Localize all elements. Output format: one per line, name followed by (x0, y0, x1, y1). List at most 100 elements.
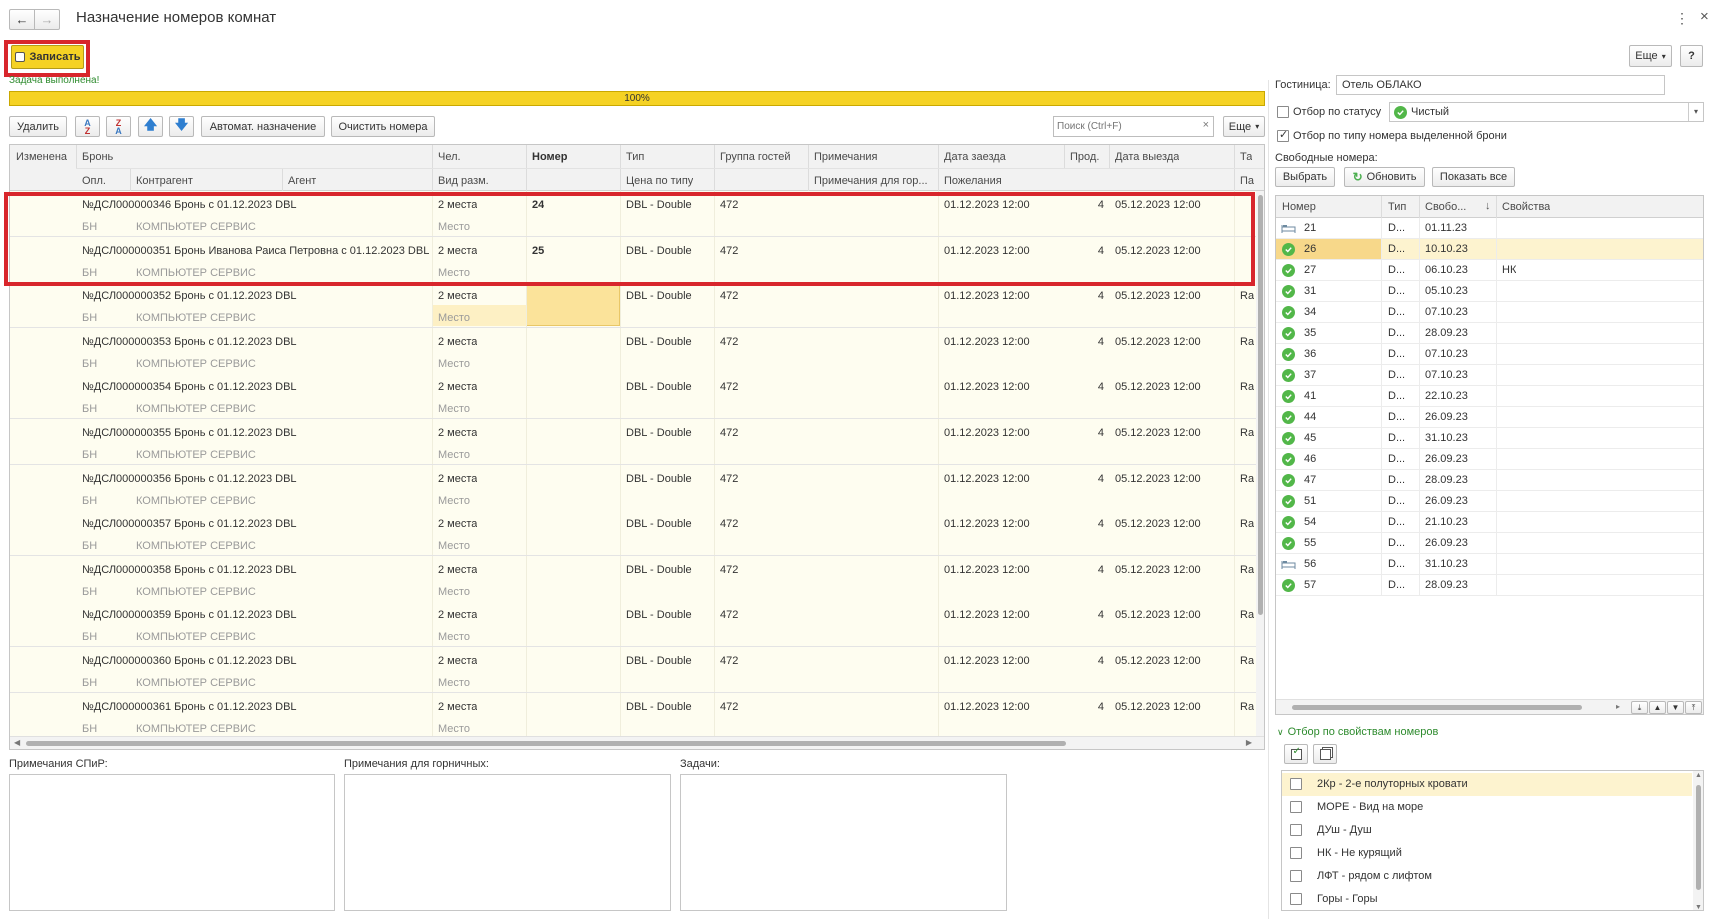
status-filter-checkbox[interactable] (1277, 106, 1289, 118)
room-row[interactable]: 21 D... 01.11.23 (1276, 218, 1703, 239)
uncheck-all-button[interactable] (1313, 744, 1337, 764)
col-header-wishes[interactable]: Пожелания (944, 175, 1002, 187)
col-header-paid[interactable]: Опл. (82, 175, 106, 187)
refresh-button[interactable]: ↻ Обновить (1344, 167, 1425, 187)
table-row[interactable]: №ДСЛ000000355 Бронь с 01.12.2023 DBL 2 ме… (10, 419, 1256, 465)
rooms-hscroll-thumb[interactable] (1292, 705, 1582, 710)
room-cell-selected[interactable] (526, 282, 620, 326)
col-header-contractor[interactable]: Контрагент (136, 175, 193, 187)
property-checkbox[interactable] (1290, 870, 1302, 882)
room-row[interactable]: 56 D... 31.10.23 (1276, 554, 1703, 575)
scroll-first-button[interactable]: ⤓ (1631, 701, 1648, 714)
room-row[interactable]: 54 D... 21.10.23 (1276, 512, 1703, 533)
scroll-right-icon[interactable]: ▸ (1616, 702, 1620, 711)
kebab-menu-icon[interactable]: ⋮ (1675, 10, 1689, 27)
property-item[interactable]: МОРЕ - Вид на море (1282, 796, 1692, 819)
room-row[interactable]: 55 D... 26.09.23 (1276, 533, 1703, 554)
col-header-changed[interactable]: Изменена (16, 151, 67, 163)
search-input[interactable] (1057, 119, 1193, 134)
room-row[interactable]: 37 D... 07.10.23 (1276, 365, 1703, 386)
move-up-button[interactable]: 🡅 (138, 116, 163, 137)
room-row[interactable]: 27 D... 06.10.23 НК (1276, 260, 1703, 281)
room-row[interactable]: 57 D... 28.09.23 (1276, 575, 1703, 596)
save-button[interactable]: Записать (11, 45, 84, 69)
col-header-room[interactable]: Номер (532, 151, 568, 163)
delete-button[interactable]: Удалить (9, 116, 67, 137)
col-header-accommodation[interactable]: Вид разм. (438, 175, 489, 187)
grid-vscrollbar[interactable] (1256, 191, 1264, 736)
grid-hscrollbar[interactable]: ◀ ▶ (10, 736, 1264, 749)
check-all-button[interactable]: ✓ (1284, 744, 1308, 764)
rooms-col-type[interactable]: Тип (1388, 201, 1406, 213)
room-row[interactable]: 51 D... 26.09.23 (1276, 491, 1703, 512)
clear-rooms-button[interactable]: Очистить номера (331, 116, 435, 137)
property-item[interactable]: ЛФТ - рядом с лифтом (1282, 865, 1692, 888)
type-filter-checkbox[interactable]: ✓ (1277, 129, 1289, 142)
room-row[interactable]: 35 D... 28.09.23 (1276, 323, 1703, 344)
property-checkbox[interactable] (1290, 893, 1302, 905)
grid-hscroll-thumb[interactable] (26, 741, 1066, 746)
clear-search-icon[interactable]: × (1203, 119, 1209, 131)
col-header-pa[interactable]: Па (1240, 175, 1254, 187)
scroll-down-button[interactable]: ▼ (1667, 701, 1684, 714)
close-icon[interactable]: × (1700, 8, 1709, 25)
chevron-down-icon[interactable]: ▾ (1688, 103, 1703, 121)
table-row[interactable]: №ДСЛ000000354 Бронь с 01.12.2023 DBL 2 ме… (10, 373, 1256, 419)
sort-desc-button[interactable]: ZA (106, 116, 131, 137)
room-row[interactable]: 41 D... 22.10.23 (1276, 386, 1703, 407)
notes-spir-field[interactable] (9, 774, 335, 911)
grid-vscroll-thumb[interactable] (1258, 195, 1263, 615)
props-list[interactable]: 2Кр - 2-е полуторных кровати МОРЕ - Вид н… (1281, 770, 1704, 911)
notes-maids-field[interactable] (344, 774, 671, 911)
scroll-down-icon[interactable]: ▼ (1695, 904, 1702, 910)
select-button[interactable]: Выбрать (1275, 167, 1335, 187)
col-header-persons[interactable]: Чел. (438, 151, 461, 163)
col-header-notes[interactable]: Примечания (814, 151, 878, 163)
property-checkbox[interactable] (1290, 778, 1302, 790)
col-header-departure[interactable]: Дата выезда (1115, 151, 1179, 163)
col-header-arrival[interactable]: Дата заезда (944, 151, 1006, 163)
room-row[interactable]: 36 D... 07.10.23 (1276, 344, 1703, 365)
room-row[interactable]: 31 D... 05.10.23 (1276, 281, 1703, 302)
scroll-up-icon[interactable]: ▲ (1695, 772, 1702, 779)
table-row[interactable]: №ДСЛ000000356 Бронь с 01.12.2023 DBL 2 ме… (10, 465, 1256, 511)
room-row[interactable]: 46 D... 26.09.23 (1276, 449, 1703, 470)
room-row[interactable]: 45 D... 31.10.23 (1276, 428, 1703, 449)
rooms-hscrollbar[interactable]: ▸ ⤓ ▲ ▼ ⤒ (1276, 699, 1703, 714)
scroll-last-button[interactable]: ⤒ (1685, 701, 1702, 714)
property-item[interactable]: НК - Не курящий (1282, 842, 1692, 865)
move-down-button[interactable]: 🡇 (169, 116, 194, 137)
hotel-field[interactable]: Отель ОБЛАКО (1336, 75, 1665, 95)
back-button[interactable]: ← (9, 9, 35, 30)
property-item[interactable]: ДУш - Душ (1282, 819, 1692, 842)
room-row[interactable]: 34 D... 07.10.23 (1276, 302, 1703, 323)
col-header-booking[interactable]: Бронь (82, 151, 113, 163)
show-all-button[interactable]: Показать все (1432, 167, 1515, 187)
sort-asc-button[interactable]: AZ (75, 116, 100, 137)
room-row[interactable]: 44 D... 26.09.23 (1276, 407, 1703, 428)
room-row[interactable]: 47 D... 28.09.23 (1276, 470, 1703, 491)
col-header-type-price[interactable]: Цена по типу (626, 175, 693, 187)
table-row[interactable]: №ДСЛ000000361 Бронь с 01.12.2023 DBL 2 ме… (10, 693, 1256, 736)
props-filter-toggle[interactable]: ∨ Отбор по свойствам номеров (1277, 726, 1438, 738)
auto-assign-button[interactable]: Автомат. назначение (201, 116, 325, 137)
property-checkbox[interactable] (1290, 847, 1302, 859)
free-rooms-table[interactable]: Номер Тип Свобо... ↓ Свойства 21 D... 01.1… (1275, 195, 1704, 715)
property-item[interactable]: 2Кр - 2-е полуторных кровати (1282, 773, 1692, 796)
col-header-duration[interactable]: Прод. (1070, 151, 1099, 163)
col-header-tariff[interactable]: Та (1240, 151, 1252, 163)
status-select[interactable]: Чистый ▾ (1389, 102, 1704, 122)
col-header-maid-notes[interactable]: Примечания для гор... (814, 175, 940, 187)
room-row[interactable]: 26 D... 10.10.23 (1276, 239, 1703, 260)
table-row[interactable]: №ДСЛ000000352 Бронь с 01.12.2023 DBL 2 ме… (10, 282, 1256, 328)
grid-more-button[interactable]: Еще ▾ (1223, 116, 1265, 137)
col-header-group[interactable]: Группа гостей (720, 151, 791, 163)
more-button[interactable]: Еще ▾ (1629, 45, 1672, 67)
property-item[interactable]: Горы - Горы (1282, 888, 1692, 910)
rooms-col-props[interactable]: Свойства (1502, 201, 1550, 213)
props-vscrollbar[interactable]: ▲ ▼ (1693, 771, 1703, 910)
property-checkbox[interactable] (1290, 824, 1302, 836)
help-button[interactable]: ? (1680, 45, 1703, 67)
table-row[interactable]: №ДСЛ000000353 Бронь с 01.12.2023 DBL 2 ме… (10, 328, 1256, 374)
property-checkbox[interactable] (1290, 801, 1302, 813)
